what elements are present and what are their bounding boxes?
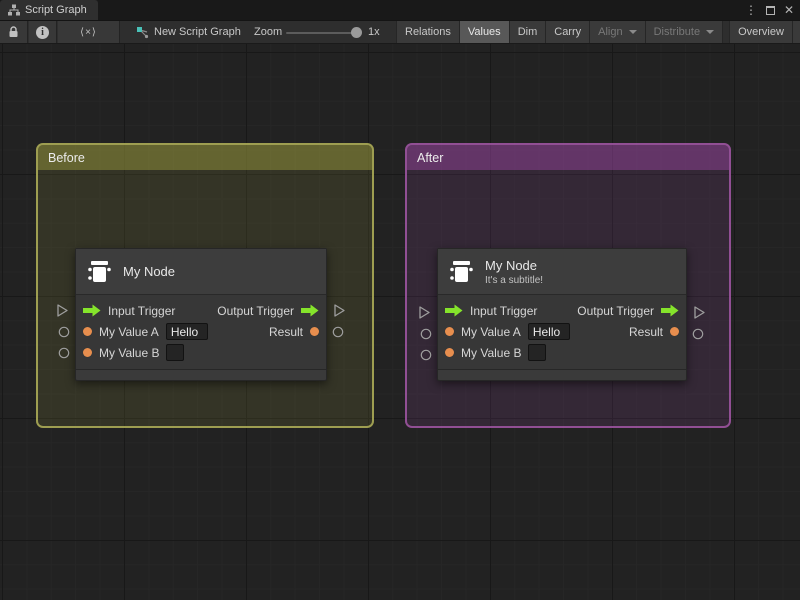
input-trigger-label: Input Trigger (470, 304, 537, 318)
dropdown-arrow-icon (629, 30, 637, 34)
result-port[interactable] (670, 327, 679, 336)
dim-button[interactable]: Dim (510, 21, 547, 43)
ext-value-a-hint[interactable] (58, 326, 70, 338)
distribute-button[interactable]: Distribute (646, 21, 723, 43)
node-title: My Node (485, 258, 543, 273)
zoom-slider-handle[interactable] (351, 27, 362, 38)
zoom-slider-track[interactable] (286, 32, 356, 34)
graph-hierarchy-icon (8, 4, 20, 16)
value-b-label: My Value B (461, 346, 521, 360)
value-b-label: My Value B (99, 346, 159, 360)
value-b-port[interactable] (83, 348, 92, 357)
port-row-value-a: My Value A Result (76, 321, 326, 342)
node-footer (438, 369, 686, 380)
tab-title: Script Graph (25, 4, 87, 16)
unit-box-icon (448, 258, 475, 285)
result-label: Result (629, 325, 663, 339)
exec-output-port[interactable] (661, 304, 679, 317)
output-trigger-label: Output Trigger (217, 304, 294, 318)
result-label: Result (269, 325, 303, 339)
node-body: Input Trigger Output Trigger My Value A (438, 295, 686, 369)
info-icon: i (36, 26, 49, 39)
script-graph-asset-icon (136, 26, 150, 40)
graph-toolbar: i ⟨×⟩ New Script Graph Zoom 1x Relations… (0, 20, 800, 44)
port-row-value-b: My Value B (76, 342, 326, 363)
value-b-input[interactable] (166, 344, 184, 361)
fullscreen-button[interactable]: Full Scr (793, 21, 800, 43)
script-graph-window: Script Graph ⋮ ✕ i ⟨×⟩ New Script Graph … (0, 0, 800, 600)
value-b-input[interactable] (528, 344, 546, 361)
relations-button[interactable]: Relations (396, 21, 460, 43)
value-a-label: My Value A (461, 325, 521, 339)
node-body: Input Trigger Output Trigger My Value A (76, 295, 326, 369)
port-row-value-a: My Value A Result (438, 321, 686, 342)
value-a-input[interactable] (528, 323, 570, 340)
port-row-triggers: Input Trigger Output Trigger (438, 300, 686, 321)
toolbar-button-row: Relations Values Dim Carry Align Distrib… (396, 21, 800, 43)
node-header[interactable]: My Node (76, 249, 326, 295)
graph-canvas[interactable]: Before After My Node (0, 44, 800, 600)
group-before-header[interactable]: Before (38, 145, 372, 170)
code-preview-button[interactable]: ⟨×⟩ (58, 21, 120, 43)
maximize-icon[interactable] (766, 6, 775, 15)
exec-input-port[interactable] (445, 304, 463, 317)
window-controls: ⋮ ✕ (745, 0, 798, 20)
exec-output-port[interactable] (301, 304, 319, 317)
close-icon[interactable]: ✕ (784, 0, 794, 20)
exec-input-port[interactable] (83, 304, 101, 317)
ext-exec-output-hint[interactable] (693, 305, 706, 320)
input-trigger-label: Input Trigger (108, 304, 175, 318)
value-a-label: My Value A (99, 325, 159, 339)
node-header[interactable]: My Node It's a subtitle! (438, 249, 686, 295)
ext-value-b-hint[interactable] (420, 349, 432, 361)
value-b-port[interactable] (445, 348, 454, 357)
unit-box-icon (86, 258, 113, 285)
window-menu-icon[interactable]: ⋮ (745, 0, 757, 20)
result-port[interactable] (310, 327, 319, 336)
lock-button[interactable] (0, 21, 28, 43)
lock-icon (8, 26, 19, 38)
port-row-value-b: My Value B (438, 342, 686, 363)
port-row-triggers: Input Trigger Output Trigger (76, 300, 326, 321)
node-subtitle: It's a subtitle! (485, 275, 543, 286)
ext-value-b-hint[interactable] (58, 347, 70, 359)
group-after-label: After (417, 151, 443, 165)
tab-script-graph[interactable]: Script Graph (0, 0, 98, 20)
value-a-port[interactable] (83, 327, 92, 336)
dropdown-arrow-icon (706, 30, 714, 34)
overview-button[interactable]: Overview (729, 21, 793, 43)
node-my-node-after[interactable]: My Node It's a subtitle! Input Trigger O… (437, 248, 687, 381)
node-footer (76, 369, 326, 380)
ext-exec-input-hint[interactable] (56, 303, 69, 318)
ext-exec-input-hint[interactable] (418, 305, 431, 320)
ext-result-hint[interactable] (332, 326, 344, 338)
values-button[interactable]: Values (460, 21, 510, 43)
node-title: My Node (123, 264, 175, 279)
code-brackets-icon: ⟨×⟩ (80, 27, 97, 38)
group-after-header[interactable]: After (407, 145, 729, 170)
group-before-label: Before (48, 151, 85, 165)
ext-result-hint[interactable] (692, 328, 704, 340)
zoom-label: Zoom (254, 26, 282, 38)
tab-bar: Script Graph ⋮ ✕ (0, 0, 800, 20)
zoom-value: 1x (368, 26, 380, 38)
value-a-port[interactable] (445, 327, 454, 336)
ext-exec-output-hint[interactable] (333, 303, 346, 318)
align-button[interactable]: Align (590, 21, 645, 43)
carry-button[interactable]: Carry (546, 21, 590, 43)
graph-name-label: New Script Graph (154, 26, 241, 38)
output-trigger-label: Output Trigger (577, 304, 654, 318)
value-a-input[interactable] (166, 323, 208, 340)
ext-value-a-hint[interactable] (420, 328, 432, 340)
info-button[interactable]: i (29, 21, 57, 43)
node-my-node-before[interactable]: My Node Input Trigger Output Trigger (75, 248, 327, 381)
